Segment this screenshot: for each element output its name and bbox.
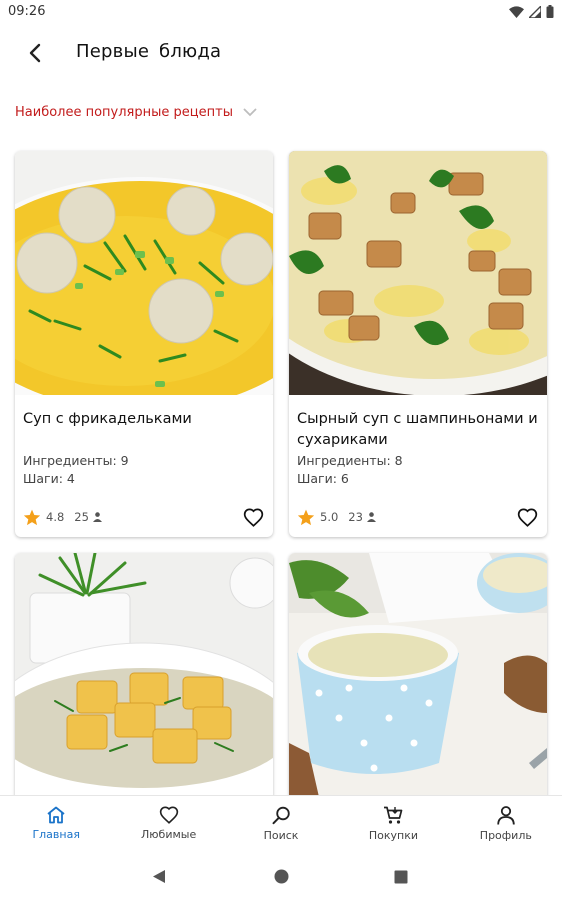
status-bar: 09:26 <box>0 0 562 26</box>
heart-outline-icon <box>243 508 263 527</box>
circle-home-icon <box>274 869 289 884</box>
nav-item-search[interactable]: Поиск <box>225 796 337 853</box>
nav-label-shopping: Покупки <box>368 829 418 842</box>
reviews-count: 25 <box>74 510 89 524</box>
recipe-image <box>289 151 547 395</box>
recipe-title: Суп с фрикадельками <box>23 411 192 427</box>
nav-item-favorites[interactable]: Любимые <box>112 796 224 853</box>
person-icon <box>497 806 515 825</box>
recipe-title: Сырный суп с шампиньонами и сухариками <box>297 411 538 448</box>
nav-label-favorites: Любимые <box>141 828 197 841</box>
arrow-back-icon <box>29 43 41 63</box>
recipe-image <box>15 151 273 395</box>
person-icon <box>92 512 102 522</box>
heart-outline-icon <box>517 508 537 527</box>
back-button[interactable] <box>18 36 52 70</box>
nav-label-home: Главная <box>32 828 80 841</box>
heart-icon <box>159 806 178 824</box>
recipe-card[interactable] <box>15 553 273 813</box>
recipe-card[interactable]: Сырный суп с шампиньонами и сухариками И… <box>289 151 547 537</box>
ingredients-count: Ингредиенты: 9 <box>23 453 129 468</box>
rating-value: 5.0 <box>320 510 339 524</box>
recipe-footer: 4.8 25 <box>23 505 267 529</box>
system-recents-button[interactable] <box>394 869 408 888</box>
system-nav <box>0 853 562 900</box>
favorite-button[interactable] <box>513 503 541 531</box>
recipe-footer: 5.0 23 <box>297 505 541 529</box>
status-time: 09:26 <box>8 4 46 19</box>
nav-label-profile: Профиль <box>479 829 532 842</box>
chevron-down-icon <box>243 108 257 117</box>
nav-item-shopping[interactable]: Покупки <box>337 796 449 853</box>
signal-icon <box>529 5 541 18</box>
recipe-image <box>289 553 547 797</box>
nav-label-search: Поиск <box>263 829 299 842</box>
wifi-icon <box>509 5 524 18</box>
nav-item-home[interactable]: Главная <box>0 796 112 853</box>
search-icon <box>272 806 290 825</box>
nav-item-profile[interactable]: Профиль <box>450 796 562 853</box>
sort-label: Наиболее популярные рецепты <box>15 105 233 120</box>
reviews-count: 23 <box>348 510 363 524</box>
recipe-card[interactable]: Суп с фрикадельками Ингредиенты: 9 Шаги:… <box>15 151 273 537</box>
triangle-back-icon <box>153 870 165 883</box>
sort-dropdown[interactable]: Наиболее популярные рецепты <box>15 105 257 120</box>
recipe-meta: Ингредиенты: 8 Шаги: 6 <box>297 452 403 488</box>
page-title: Первые блюда <box>76 41 222 62</box>
star-icon <box>297 509 315 525</box>
bottom-nav: Главная Любимые Поиск Покупки Профиль <box>0 795 562 853</box>
recipe-image <box>15 553 273 797</box>
status-icons <box>509 5 554 18</box>
home-icon <box>47 806 65 824</box>
rating-value: 4.8 <box>46 510 65 524</box>
favorite-button[interactable] <box>239 503 267 531</box>
star-icon <box>23 509 41 525</box>
recipe-card[interactable] <box>289 553 547 813</box>
cart-icon <box>384 806 403 824</box>
steps-count: Шаги: 6 <box>297 471 349 486</box>
system-back-button[interactable] <box>152 869 166 888</box>
recipe-meta: Ингредиенты: 9 Шаги: 4 <box>23 452 129 488</box>
square-recents-icon <box>394 870 408 884</box>
app-bar: Первые блюда <box>0 26 562 82</box>
ingredients-count: Ингредиенты: 8 <box>297 453 403 468</box>
system-home-button[interactable] <box>274 869 289 888</box>
person-icon <box>366 512 376 522</box>
steps-count: Шаги: 4 <box>23 471 75 486</box>
battery-icon <box>546 5 554 18</box>
